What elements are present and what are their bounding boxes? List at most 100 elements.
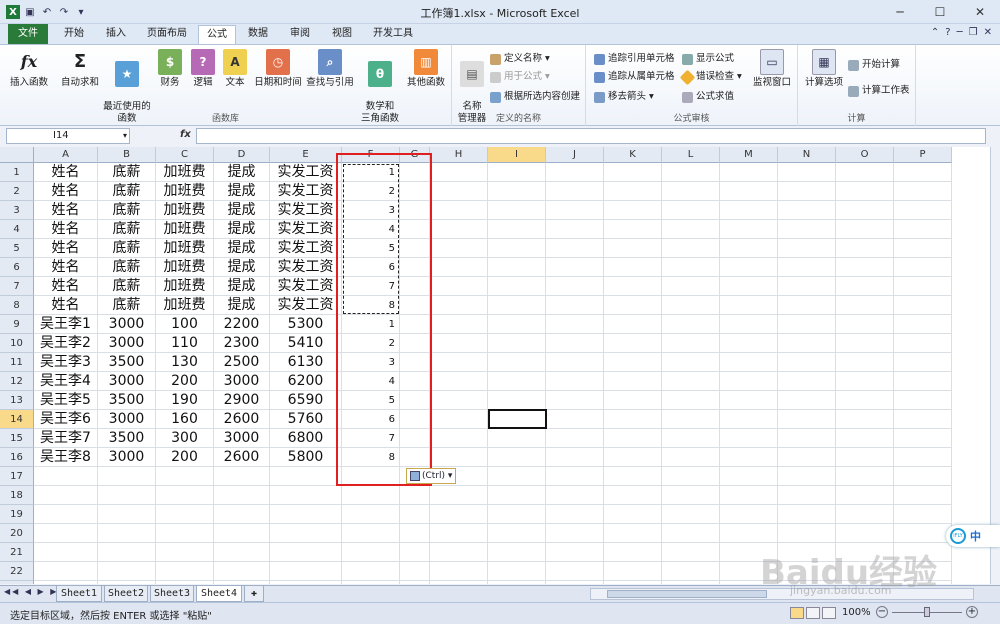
- cell-j14[interactable]: [546, 410, 604, 429]
- cell-d9[interactable]: 2200: [214, 315, 270, 334]
- cell-a10[interactable]: 吴王李2: [34, 334, 98, 353]
- column-header-o[interactable]: O: [836, 147, 894, 163]
- cell-m14[interactable]: [720, 410, 778, 429]
- cell-m19[interactable]: [720, 505, 778, 524]
- cell-k13[interactable]: [604, 391, 662, 410]
- cell-j19[interactable]: [546, 505, 604, 524]
- cell-k9[interactable]: [604, 315, 662, 334]
- cell-b7[interactable]: 底薪: [98, 277, 156, 296]
- cell-d15[interactable]: 3000: [214, 429, 270, 448]
- cell-e19[interactable]: [270, 505, 342, 524]
- calc-now-button[interactable]: 开始计算: [848, 57, 900, 73]
- watch-window-button[interactable]: ▭ 监视窗口: [750, 49, 794, 89]
- cell-f19[interactable]: [342, 505, 400, 524]
- cell-a7[interactable]: 姓名: [34, 277, 98, 296]
- column-header-j[interactable]: J: [546, 147, 604, 163]
- cell-c23[interactable]: [156, 581, 214, 584]
- row-header-9[interactable]: 9: [0, 315, 34, 334]
- cell-b13[interactable]: 3500: [98, 391, 156, 410]
- vertical-scrollbar[interactable]: [990, 147, 1000, 584]
- cell-c14[interactable]: 160: [156, 410, 214, 429]
- cell-i21[interactable]: [488, 543, 546, 562]
- cell-m2[interactable]: [720, 182, 778, 201]
- cell-i23[interactable]: [488, 581, 546, 584]
- cell-d11[interactable]: 2500: [214, 353, 270, 372]
- cell-p12[interactable]: [894, 372, 952, 391]
- cell-n20[interactable]: [778, 524, 836, 543]
- cell-c18[interactable]: [156, 486, 214, 505]
- zoom-level[interactable]: 100%: [842, 607, 871, 618]
- cell-j13[interactable]: [546, 391, 604, 410]
- zoom-in-icon[interactable]: +: [966, 606, 978, 618]
- cell-l16[interactable]: [662, 448, 720, 467]
- paste-options-button[interactable]: (Ctrl) ▾: [406, 468, 456, 484]
- row-header-19[interactable]: 19: [0, 505, 34, 524]
- cell-k15[interactable]: [604, 429, 662, 448]
- cell-d8[interactable]: 提成: [214, 296, 270, 315]
- cell-p11[interactable]: [894, 353, 952, 372]
- cell-p10[interactable]: [894, 334, 952, 353]
- name-box[interactable]: I14 ▾: [6, 128, 130, 144]
- cell-k16[interactable]: [604, 448, 662, 467]
- cell-a23[interactable]: [34, 581, 98, 584]
- cell-i17[interactable]: [488, 467, 546, 486]
- cell-o14[interactable]: [836, 410, 894, 429]
- cell-a20[interactable]: [34, 524, 98, 543]
- cell-k10[interactable]: [604, 334, 662, 353]
- cell-a14[interactable]: 吴王李6: [34, 410, 98, 429]
- cell-p18[interactable]: [894, 486, 952, 505]
- cell-h9[interactable]: [430, 315, 488, 334]
- date-time-button[interactable]: ◷ 日期和时间: [252, 49, 304, 89]
- cell-c22[interactable]: [156, 562, 214, 581]
- cell-l2[interactable]: [662, 182, 720, 201]
- cell-j1[interactable]: [546, 163, 604, 182]
- cell-i16[interactable]: [488, 448, 546, 467]
- cell-i6[interactable]: [488, 258, 546, 277]
- column-header-d[interactable]: D: [214, 147, 270, 163]
- cell-n17[interactable]: [778, 467, 836, 486]
- cell-j23[interactable]: [546, 581, 604, 584]
- cell-l8[interactable]: [662, 296, 720, 315]
- row-header-3[interactable]: 3: [0, 201, 34, 220]
- cell-j16[interactable]: [546, 448, 604, 467]
- cell-a11[interactable]: 吴王李3: [34, 353, 98, 372]
- cell-o6[interactable]: [836, 258, 894, 277]
- cell-n4[interactable]: [778, 220, 836, 239]
- cell-k1[interactable]: [604, 163, 662, 182]
- cell-h21[interactable]: [430, 543, 488, 562]
- show-formulas-button[interactable]: 显示公式: [682, 51, 734, 67]
- define-name-button[interactable]: 定义名称 ▾: [490, 51, 550, 67]
- column-header-c[interactable]: C: [156, 147, 214, 163]
- cell-e3[interactable]: 实发工资: [270, 201, 342, 220]
- cell-l20[interactable]: [662, 524, 720, 543]
- cell-j18[interactable]: [546, 486, 604, 505]
- cell-o18[interactable]: [836, 486, 894, 505]
- cell-h6[interactable]: [430, 258, 488, 277]
- cell-i18[interactable]: [488, 486, 546, 505]
- cell-e12[interactable]: 6200: [270, 372, 342, 391]
- cell-g21[interactable]: [400, 543, 430, 562]
- cell-n18[interactable]: [778, 486, 836, 505]
- cell-m20[interactable]: [720, 524, 778, 543]
- cell-i9[interactable]: [488, 315, 546, 334]
- cell-m16[interactable]: [720, 448, 778, 467]
- cell-p20[interactable]: [894, 524, 952, 543]
- cell-j5[interactable]: [546, 239, 604, 258]
- cell-f21[interactable]: [342, 543, 400, 562]
- cell-i15[interactable]: [488, 429, 546, 448]
- cell-l7[interactable]: [662, 277, 720, 296]
- cell-c17[interactable]: [156, 467, 214, 486]
- cell-e23[interactable]: [270, 581, 342, 584]
- cell-p5[interactable]: [894, 239, 952, 258]
- cell-j6[interactable]: [546, 258, 604, 277]
- cell-c9[interactable]: 100: [156, 315, 214, 334]
- cell-h13[interactable]: [430, 391, 488, 410]
- cell-j22[interactable]: [546, 562, 604, 581]
- cell-o11[interactable]: [836, 353, 894, 372]
- cell-h3[interactable]: [430, 201, 488, 220]
- cell-d10[interactable]: 2300: [214, 334, 270, 353]
- cell-p9[interactable]: [894, 315, 952, 334]
- cell-e2[interactable]: 实发工资: [270, 182, 342, 201]
- cell-k8[interactable]: [604, 296, 662, 315]
- cell-a13[interactable]: 吴王李5: [34, 391, 98, 410]
